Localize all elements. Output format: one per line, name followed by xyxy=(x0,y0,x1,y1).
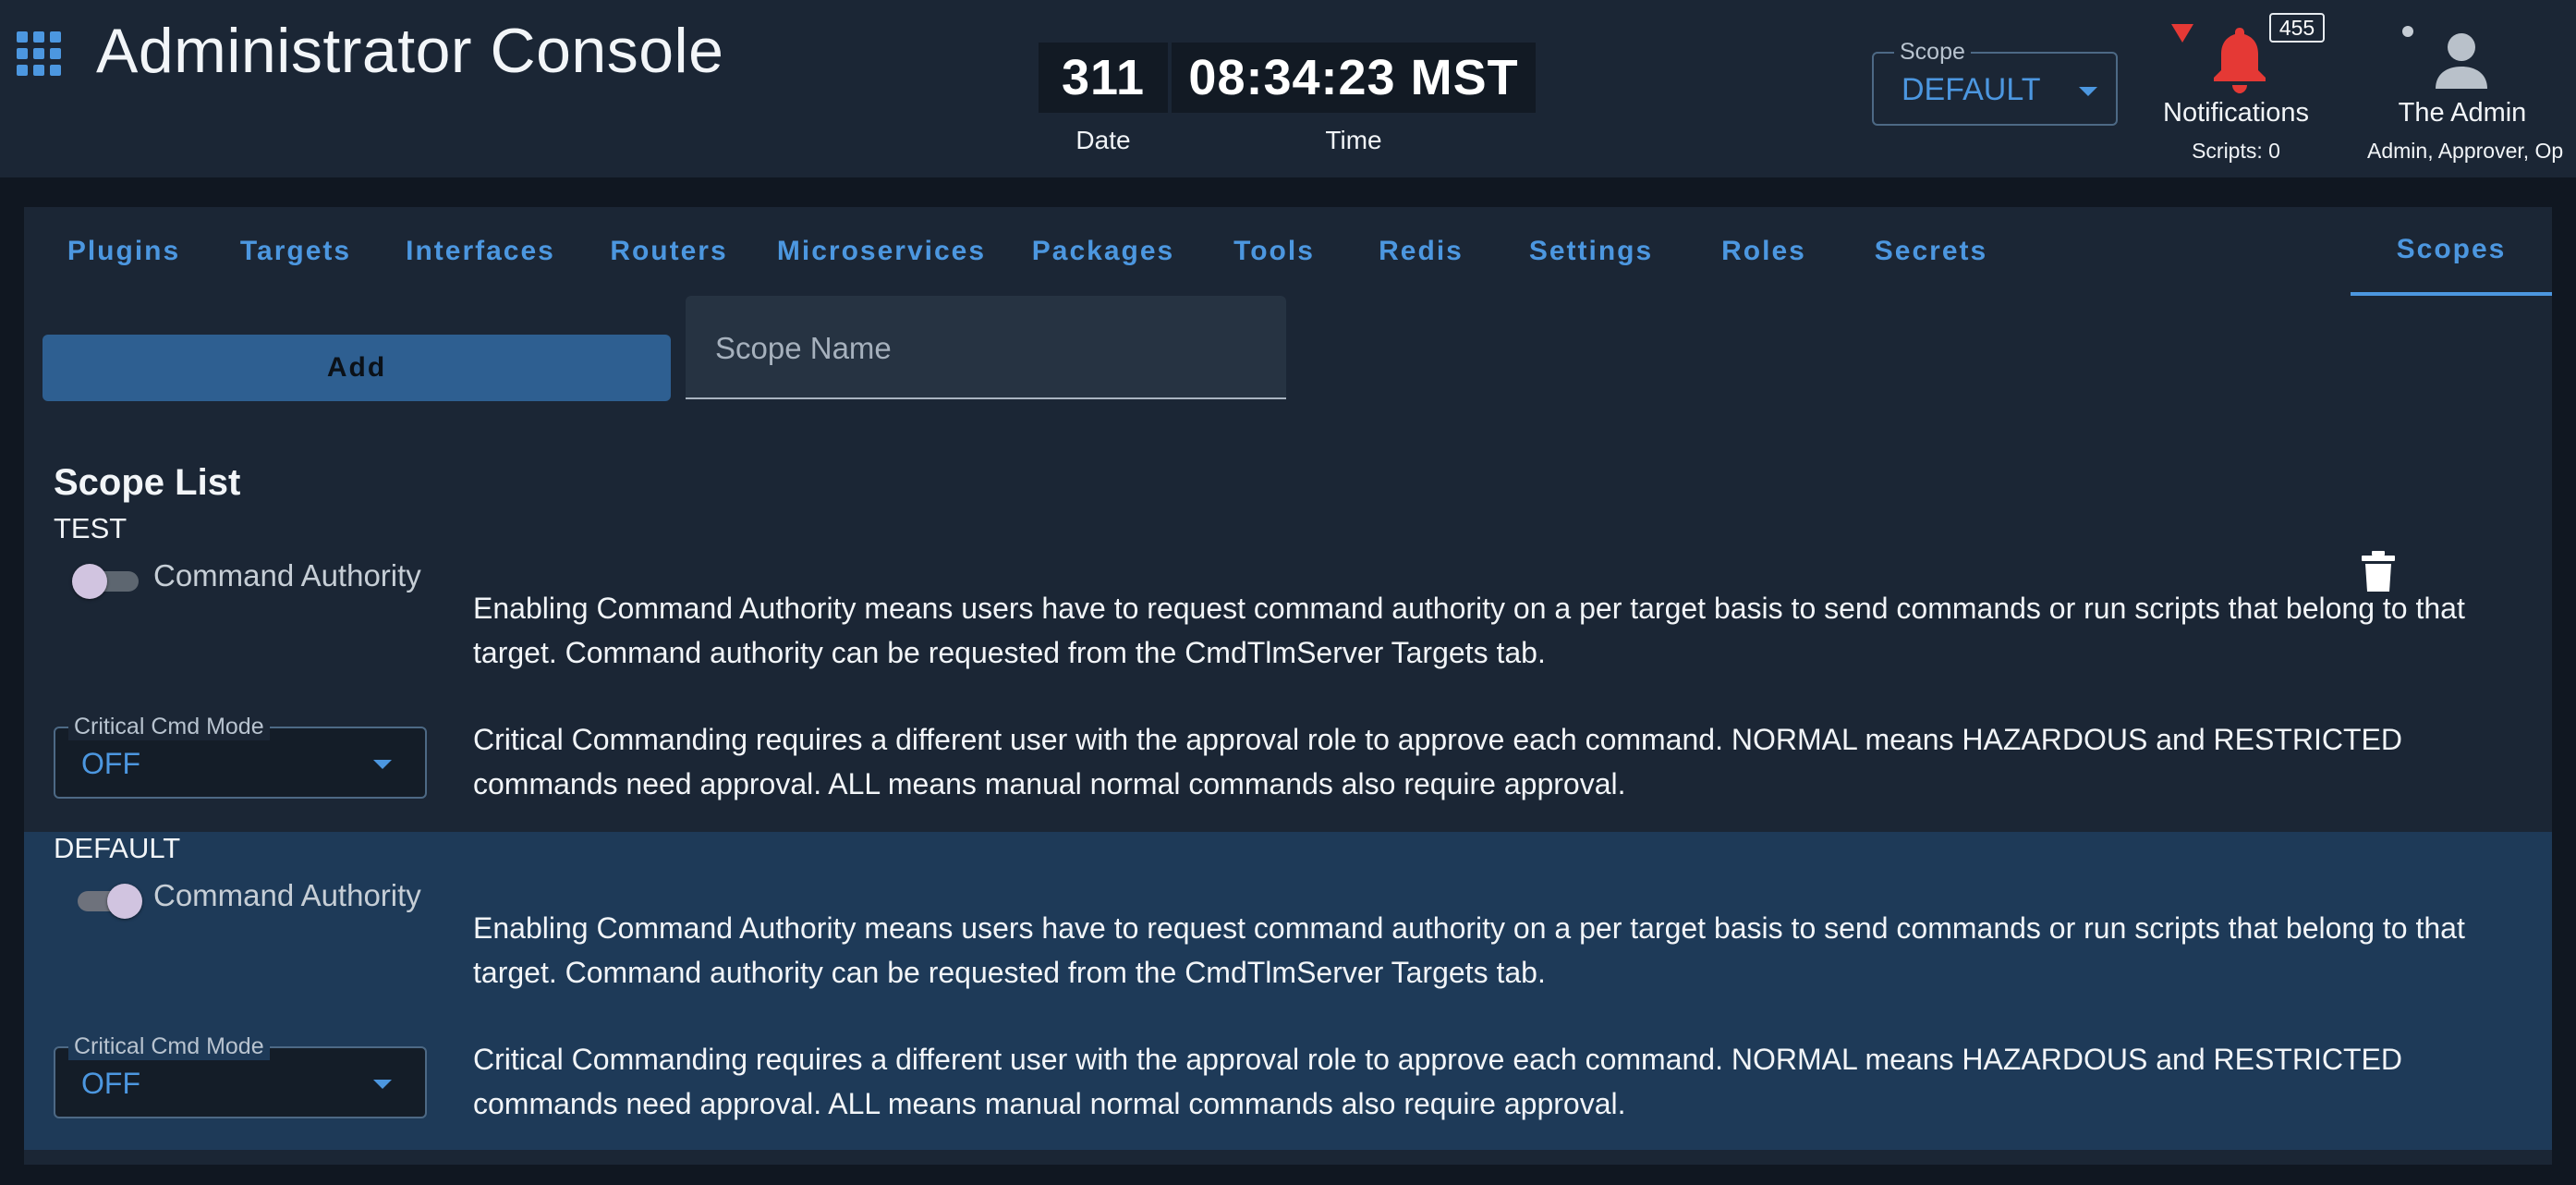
clock-time-label: Time xyxy=(1325,126,1382,154)
user-name[interactable]: The Admin xyxy=(2375,98,2550,128)
clock-date-label: Date xyxy=(1075,126,1131,154)
tab-secrets[interactable]: Secrets xyxy=(1846,207,2016,296)
trash-icon[interactable] xyxy=(2362,551,2395,592)
clock-time: 08:34:23 MST xyxy=(1172,43,1536,113)
add-scope-button[interactable]: Add xyxy=(43,335,671,401)
critical-cmd-mode-label: Critical Cmd Mode xyxy=(68,1033,270,1060)
command-authority-toggle[interactable] xyxy=(72,882,142,919)
toggle-thumb xyxy=(72,564,107,599)
scope-list-title: Scope List xyxy=(54,462,241,503)
critical-cmd-mode-description: Critical Commanding requires a different… xyxy=(473,723,2402,800)
command-authority-description: Enabling Command Authority means users h… xyxy=(473,592,2465,669)
scope-select-value: DEFAULT xyxy=(1902,72,2041,107)
critical-cmd-mode-select[interactable]: Critical Cmd Mode OFF xyxy=(54,714,427,799)
chevron-down-icon xyxy=(373,760,392,769)
scope-list-item: TEST Command Authority Enabling Command … xyxy=(24,512,2552,830)
command-authority-toggle[interactable] xyxy=(72,562,142,599)
toggle-thumb xyxy=(107,884,142,919)
scripts-count: Scripts: 0 xyxy=(2192,139,2280,163)
tab-tools[interactable]: Tools xyxy=(1207,207,1342,296)
admin-card: Plugins Targets Interfaces Routers Micro… xyxy=(24,207,2552,1165)
scope-select[interactable]: Scope DEFAULT xyxy=(1872,39,2118,126)
critical-cmd-mode-description: Critical Commanding requires a different… xyxy=(473,1043,2402,1120)
command-authority-label: Command Authority xyxy=(153,558,421,592)
tab-roles[interactable]: Roles xyxy=(1691,207,1837,296)
app-bar: Administrator Console 311 08:34:23 MST D… xyxy=(0,0,2576,177)
user-icon[interactable] xyxy=(2434,31,2489,89)
chevron-down-icon xyxy=(373,1080,392,1089)
critical-cmd-mode-value: OFF xyxy=(81,747,140,780)
alert-indicator-icon xyxy=(2171,24,2193,43)
tab-packages[interactable]: Packages xyxy=(1009,207,1197,296)
tab-routers[interactable]: Routers xyxy=(584,207,754,296)
command-authority-description: Enabling Command Authority means users h… xyxy=(473,911,2465,989)
scope-list-item: DEFAULT Command Authority Enabling Comma… xyxy=(24,832,2552,1150)
clock-date: 311 xyxy=(1039,43,1168,113)
command-authority-label: Command Authority xyxy=(153,878,421,912)
tab-targets[interactable]: Targets xyxy=(214,207,377,296)
critical-cmd-mode-value: OFF xyxy=(81,1067,140,1100)
apps-grid-icon[interactable] xyxy=(17,31,61,76)
scope-name-input[interactable]: Scope Name xyxy=(686,296,1286,399)
scope-name: TEST xyxy=(54,512,128,544)
notifications-label[interactable]: Notifications xyxy=(2144,98,2328,128)
scope-name: DEFAULT xyxy=(54,832,181,864)
tab-redis[interactable]: Redis xyxy=(1351,207,1491,296)
tab-plugins[interactable]: Plugins xyxy=(43,207,205,296)
tab-scopes[interactable]: Scopes xyxy=(2351,207,2552,296)
critical-cmd-mode-label: Critical Cmd Mode xyxy=(68,714,270,740)
chevron-down-icon xyxy=(2079,87,2097,96)
tab-settings[interactable]: Settings xyxy=(1501,207,1682,296)
page-title: Administrator Console xyxy=(96,16,724,86)
scope-select-label: Scope xyxy=(1894,39,1971,66)
tab-microservices[interactable]: Microservices xyxy=(763,207,1000,296)
status-dot xyxy=(2402,26,2413,37)
tab-bar: Plugins Targets Interfaces Routers Micro… xyxy=(24,207,2552,296)
critical-cmd-mode-select[interactable]: Critical Cmd Mode OFF xyxy=(54,1033,427,1118)
scope-name-placeholder: Scope Name xyxy=(715,331,892,365)
user-roles: Admin, Approver, Op xyxy=(2367,139,2564,163)
bell-icon[interactable] xyxy=(2212,24,2267,94)
tab-interfaces[interactable]: Interfaces xyxy=(386,207,575,296)
notification-count-badge: 455 xyxy=(2269,13,2325,43)
